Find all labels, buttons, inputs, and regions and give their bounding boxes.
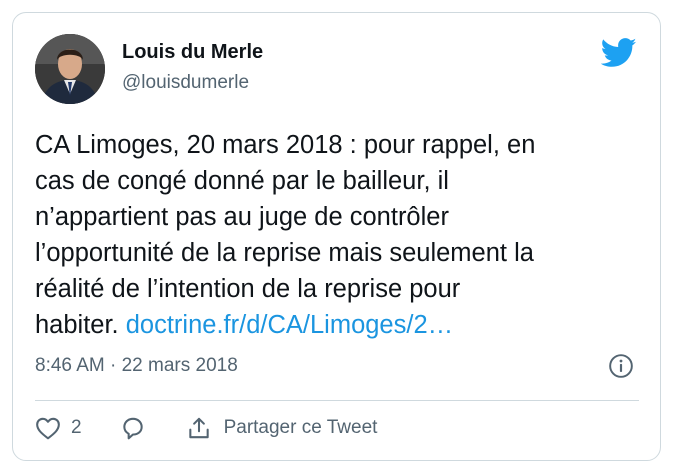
heart-icon xyxy=(35,416,61,440)
share-label: Partager ce Tweet xyxy=(223,417,378,438)
tweet-body: CA Limoges, 20 mars 2018 : pour rappel, … xyxy=(35,131,536,339)
twitter-bird-icon[interactable] xyxy=(600,38,637,68)
avatar-photo xyxy=(35,34,105,104)
info-icon[interactable] xyxy=(608,353,634,379)
avatar[interactable] xyxy=(35,34,105,104)
tweet-text: CA Limoges, 20 mars 2018 : pour rappel, … xyxy=(35,127,645,343)
author-name[interactable]: Louis du Merle xyxy=(122,41,263,64)
tweet-timestamp[interactable]: 8:46 AM · 22 mars 2018 xyxy=(35,355,238,377)
tweet-actions: 2 Partager ce Tweet xyxy=(35,413,377,443)
like-button[interactable]: 2 xyxy=(35,416,82,440)
tweet-card[interactable]: Louis du Merle @louisdumerle CA Limoges,… xyxy=(12,12,661,461)
author-handle[interactable]: @louisdumerle xyxy=(122,72,249,94)
divider xyxy=(35,400,639,401)
share-icon xyxy=(186,415,212,441)
reply-button[interactable] xyxy=(120,415,146,441)
share-button[interactable]: Partager ce Tweet xyxy=(186,415,378,441)
like-count: 2 xyxy=(71,417,82,438)
tweet-link[interactable]: doctrine.fr/d/CA/Limoges/2… xyxy=(126,311,453,339)
reply-icon xyxy=(120,415,146,441)
